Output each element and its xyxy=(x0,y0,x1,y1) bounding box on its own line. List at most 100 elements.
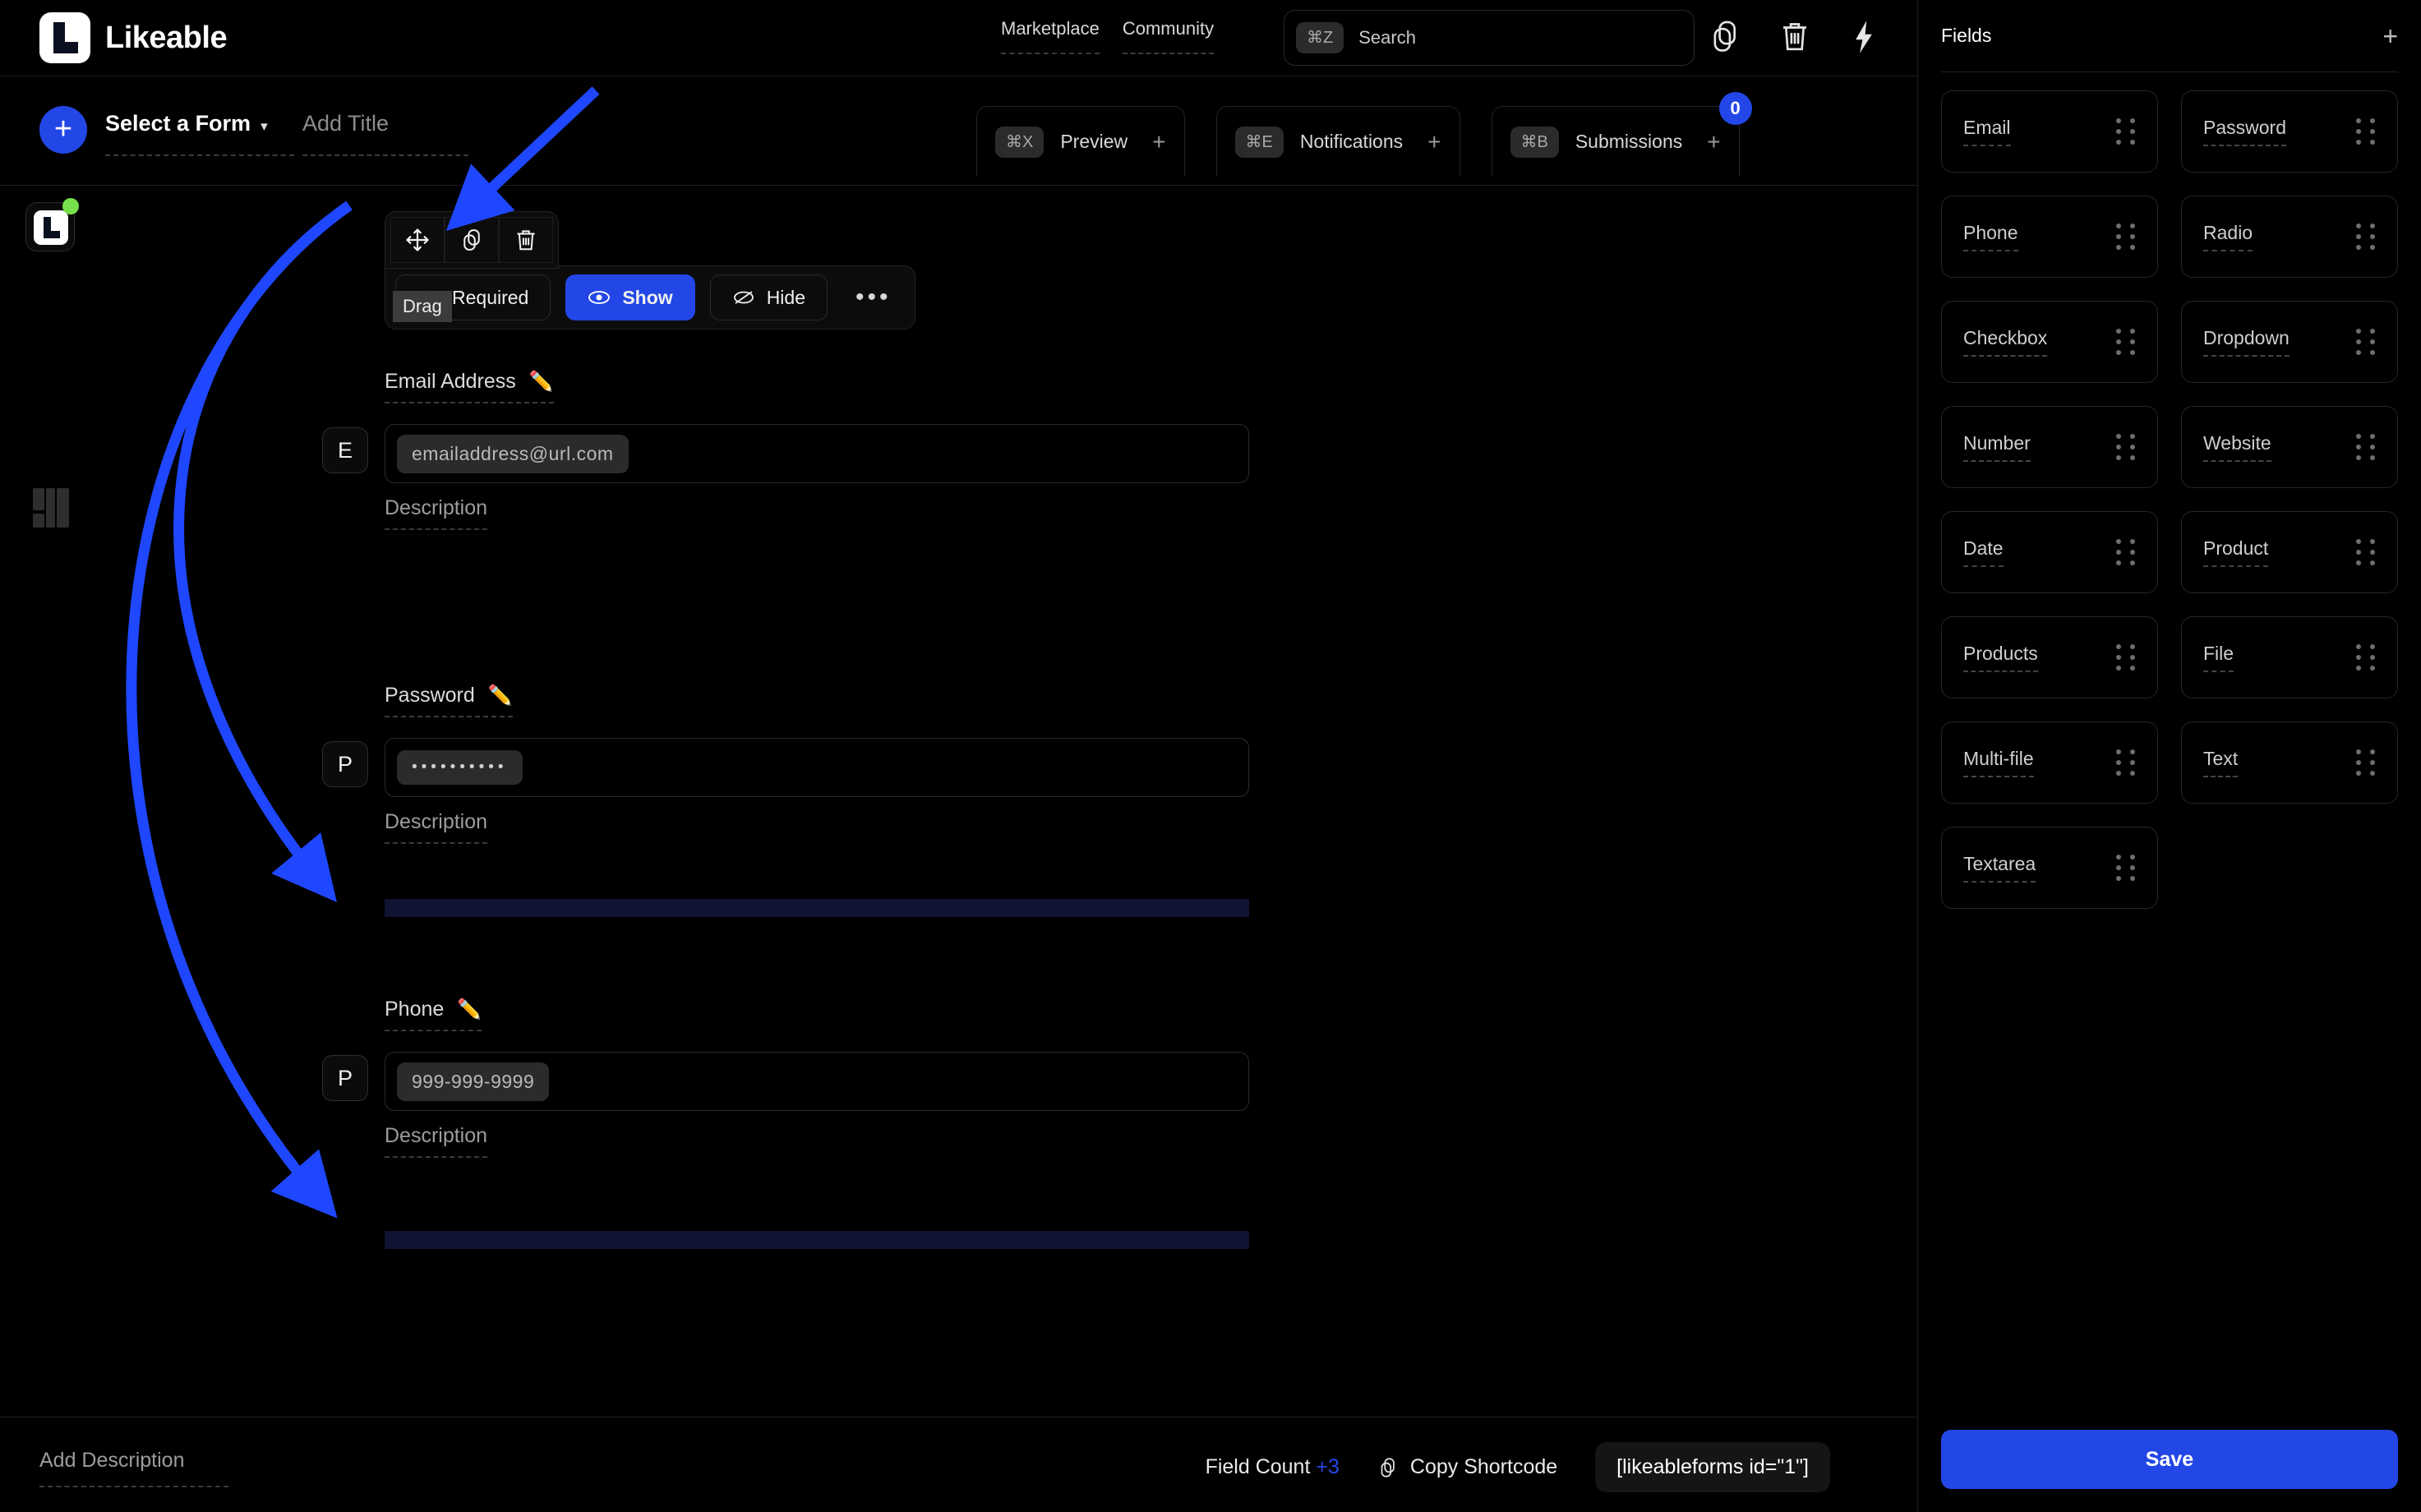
edit-pencil-icon[interactable]: ✏️ xyxy=(457,998,482,1021)
tab-submissions-label: Submissions xyxy=(1575,131,1683,152)
drag-handle-icon[interactable] xyxy=(2116,118,2136,145)
field-type-badge: E xyxy=(322,427,368,473)
trash-icon[interactable] xyxy=(1778,18,1811,56)
drop-indicator-bar xyxy=(385,1231,1249,1249)
shortcode-chip[interactable]: [likeableforms id="1"] xyxy=(1595,1442,1830,1492)
drag-handle-icon[interactable] xyxy=(2116,855,2136,881)
add-field-button[interactable]: + xyxy=(2382,23,2398,49)
form-canvas: Required Show Hide ••• Drag Email Addres… xyxy=(115,186,1917,1417)
drag-handle-icon[interactable] xyxy=(2356,224,2376,250)
drag-handle-icon[interactable] xyxy=(2116,539,2136,565)
panel-tabs: ⌘X Preview + ⌘E Notifications + ⌘B Submi… xyxy=(976,92,1752,177)
field-description-input[interactable]: Description xyxy=(385,810,488,844)
fields-grid: Email Password Phone Radio Checkbox Drop… xyxy=(1941,90,2398,909)
field-card-email[interactable]: Email xyxy=(1941,90,2158,173)
form-select-dropdown[interactable]: Select a Form ▾ xyxy=(105,111,294,156)
chevron-down-icon: ▾ xyxy=(261,118,268,134)
form-title-input[interactable]: Add Title xyxy=(302,111,468,156)
form-description-input[interactable]: Add Description xyxy=(39,1449,228,1487)
search-input[interactable]: ⌘Z Search xyxy=(1284,10,1695,66)
field-card-multi-file[interactable]: Multi-file xyxy=(1941,721,2158,804)
brand-logo[interactable]: Likeable xyxy=(39,12,228,63)
edit-pencil-icon[interactable]: ✏️ xyxy=(529,370,554,394)
field-value-input: emailaddress@url.com xyxy=(385,424,1249,483)
show-label: Show xyxy=(622,286,673,308)
hide-label: Hide xyxy=(766,286,805,308)
tab-submissions-add-icon[interactable]: + xyxy=(1707,129,1720,155)
drag-icon[interactable] xyxy=(390,217,445,263)
search-placeholder: Search xyxy=(1358,27,1416,48)
field-card-products[interactable]: Products xyxy=(1941,616,2158,698)
drag-handle-icon[interactable] xyxy=(2356,539,2376,565)
field-card-phone[interactable]: Phone xyxy=(1941,196,2158,278)
field-label: Password ✏️ xyxy=(385,684,513,717)
rail-logo-icon[interactable] xyxy=(25,198,79,251)
top-header-bar: Likeable Marketplace Community ⌘Z Search xyxy=(0,0,1917,76)
field-description-input[interactable]: Description xyxy=(385,1124,488,1158)
drag-handle-icon[interactable] xyxy=(2356,644,2376,671)
field-card-checkbox[interactable]: Checkbox xyxy=(1941,301,2158,383)
form-toolbar: + Select a Form ▾ Add Title ⌘X Preview +… xyxy=(0,76,1917,186)
more-options-icon[interactable]: ••• xyxy=(842,284,905,311)
drag-handle-icon[interactable] xyxy=(2116,644,2136,671)
field-count-value: +3 xyxy=(1316,1455,1340,1478)
required-label: Required xyxy=(452,286,529,308)
copy-shortcode-label: Copy Shortcode xyxy=(1409,1455,1558,1478)
field-card-date[interactable]: Date xyxy=(1941,511,2158,593)
tab-submissions[interactable]: ⌘B Submissions + 0 xyxy=(1491,92,1752,177)
copy-icon[interactable] xyxy=(1709,18,1742,56)
drag-handle-icon[interactable] xyxy=(2356,118,2376,145)
field-type-badge: P xyxy=(322,741,368,787)
field-card-text[interactable]: Text xyxy=(2181,721,2398,804)
field-card-product[interactable]: Product xyxy=(2181,511,2398,593)
status-dot xyxy=(62,198,79,214)
save-button[interactable]: Save xyxy=(1941,1430,2398,1489)
drag-handle-icon[interactable] xyxy=(2356,434,2376,460)
edit-pencil-icon[interactable]: ✏️ xyxy=(488,684,513,708)
nav-link-community[interactable]: Community xyxy=(1122,18,1215,54)
tab-submissions-shortcut: ⌘B xyxy=(1510,126,1559,158)
field-card-label: Product xyxy=(2203,537,2269,567)
field-card-password[interactable]: Password xyxy=(2181,90,2398,173)
footer-bar: Add Description Field Count +3 Copy Shor… xyxy=(0,1417,1917,1512)
delete-icon[interactable] xyxy=(499,217,553,263)
nav-link-marketplace[interactable]: Marketplace xyxy=(1001,18,1100,54)
field-card-label: Email xyxy=(1963,117,2011,146)
field-card-label: Multi-file xyxy=(1963,748,2034,777)
layout-grid-icon[interactable] xyxy=(33,488,69,528)
duplicate-icon[interactable] xyxy=(445,217,499,263)
fields-panel-header: Fields + xyxy=(1941,0,2398,72)
field-card-website[interactable]: Website xyxy=(2181,406,2398,488)
tab-notifications-add-icon[interactable]: + xyxy=(1427,129,1441,155)
copy-shortcode-button[interactable]: Copy Shortcode xyxy=(1377,1455,1557,1480)
submissions-count-badge: 0 xyxy=(1718,92,1752,125)
drag-handle-icon[interactable] xyxy=(2116,434,2136,460)
drag-handle-icon[interactable] xyxy=(2116,329,2136,355)
field-count: Field Count +3 xyxy=(1206,1455,1340,1479)
field-card-textarea[interactable]: Textarea xyxy=(1941,827,2158,909)
drag-tooltip: Drag xyxy=(393,291,452,323)
eye-icon xyxy=(588,291,611,304)
field-card-radio[interactable]: Radio xyxy=(2181,196,2398,278)
show-toggle-button[interactable]: Show xyxy=(565,274,695,320)
tab-preview-add-icon[interactable]: + xyxy=(1152,129,1165,155)
field-card-number[interactable]: Number xyxy=(1941,406,2158,488)
likeable-logo-icon xyxy=(39,12,90,63)
left-rail xyxy=(0,186,115,1417)
drag-handle-icon[interactable] xyxy=(2356,329,2376,355)
tab-preview[interactable]: ⌘X Preview + xyxy=(976,106,1185,177)
field-card-label: File xyxy=(2203,643,2234,672)
form-select-label: Select a Form xyxy=(105,111,251,136)
field-label-text: Phone xyxy=(385,998,445,1021)
tab-notifications[interactable]: ⌘E Notifications + xyxy=(1215,106,1460,177)
field-description-input[interactable]: Description xyxy=(385,496,488,530)
field-state-toolbar: Required Show Hide ••• xyxy=(385,265,915,330)
field-card-dropdown[interactable]: Dropdown xyxy=(2181,301,2398,383)
drag-handle-icon[interactable] xyxy=(2116,224,2136,250)
drag-handle-icon[interactable] xyxy=(2356,749,2376,776)
add-form-button[interactable]: + xyxy=(39,106,87,154)
hide-toggle-button[interactable]: Hide xyxy=(709,274,828,320)
drag-handle-icon[interactable] xyxy=(2116,749,2136,776)
field-card-file[interactable]: File xyxy=(2181,616,2398,698)
lightning-icon[interactable] xyxy=(1847,18,1880,56)
